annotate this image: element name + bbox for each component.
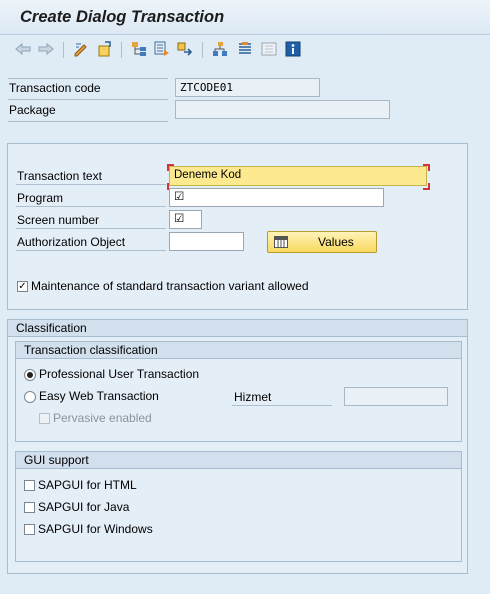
sapgui-windows-label: SAPGUI for Windows [38,522,153,536]
authorization-object-label: Authorization Object [17,235,126,249]
pervasive-checkbox [39,413,50,424]
title-bar: Create Dialog Transaction [0,0,490,35]
professional-user-radio[interactable] [24,369,36,381]
table-values-icon [274,236,288,251]
hizmet-label: Hizmet [234,390,272,404]
divider [16,206,166,207]
window-title: Create Dialog Transaction [20,8,225,26]
divider [8,78,168,79]
display-list-icon[interactable] [236,40,254,58]
sapgui-java-label: SAPGUI for Java [38,500,130,514]
package-label: Package [9,103,56,117]
back-arrow-icon[interactable] [14,40,32,58]
toolbar-separator [63,42,64,58]
values-button-label: Values [318,235,354,249]
sapgui-java-checkbox[interactable] [24,502,35,513]
focus-marker [423,164,430,171]
professional-user-label: Professional User Transaction [39,367,200,381]
screen-number-label: Screen number [17,213,100,227]
save-local-icon[interactable] [153,40,171,58]
package-field[interactable] [175,100,390,119]
divider [232,405,332,406]
screen-number-input[interactable]: ☑ [169,210,202,229]
transaction-text-label: Transaction text [17,169,102,183]
classification-title: Classification [8,320,467,337]
hizmet-field [344,387,448,406]
other-object-icon[interactable] [95,40,113,58]
toolbar-separator [202,42,203,58]
values-button[interactable]: Values [267,231,377,253]
transaction-text-input[interactable]: Deneme Kod [169,166,427,186]
gui-support-title: GUI support [16,452,461,469]
divider [16,184,166,185]
transaction-code-field: ZTCODE01 [175,78,320,97]
transport-icon[interactable] [176,40,194,58]
sapgui-windows-checkbox[interactable] [24,524,35,535]
classification-panel: Classification Transaction classificatio… [7,319,468,574]
divider [8,99,168,100]
application-toolbar [0,35,490,65]
transaction-classification-group: Transaction classification Professional … [15,341,462,442]
pervasive-label: Pervasive enabled [53,411,152,425]
edit-pen-icon[interactable] [72,40,90,58]
program-label: Program [17,191,64,205]
program-input[interactable]: ☑ [169,188,384,207]
transaction-code-label: Transaction code [9,81,101,95]
divider [16,250,166,251]
object-list-icon[interactable] [211,40,229,58]
info-icon[interactable] [284,40,302,58]
focus-marker [167,164,174,171]
toolbar-separator [121,42,122,58]
maintenance-checkbox-label: Maintenance of standard transaction vari… [31,279,309,293]
layout-icon[interactable] [260,40,278,58]
transaction-classification-title: Transaction classification [16,342,461,359]
divider [8,121,168,122]
gui-support-group: GUI support SAPGUI for HTML SAPGUI for J… [15,451,462,562]
maintenance-checkbox[interactable]: ✓ [17,281,28,292]
sapgui-html-label: SAPGUI for HTML [38,478,137,492]
divider [16,228,166,229]
authorization-object-input[interactable] [169,232,244,251]
forward-arrow-icon[interactable] [37,40,55,58]
transaction-attributes-panel: Transaction text Deneme Kod Program ☑ Sc… [7,143,468,310]
focus-marker [423,183,430,190]
easy-web-radio[interactable] [24,391,36,403]
sapgui-html-checkbox[interactable] [24,480,35,491]
easy-web-label: Easy Web Transaction [39,389,159,403]
hierarchy-icon[interactable] [130,40,148,58]
